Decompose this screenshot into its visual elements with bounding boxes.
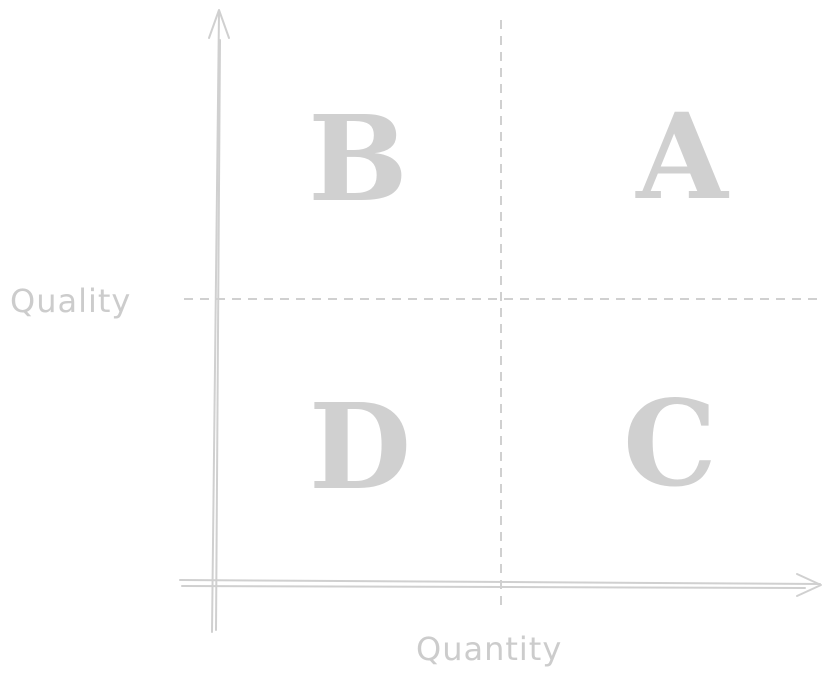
quadrant-bottom-right-label: C (623, 374, 717, 513)
quadrant-bottom-left-label: D (309, 377, 411, 516)
quadrant-top-right-label: A (635, 87, 729, 226)
x-axis-arrowhead (796, 573, 822, 597)
y-axis (208, 9, 230, 633)
x-axis-line-secondary (181, 585, 806, 589)
quadrant-diagram: B A D C Quality Quantity (10, 9, 822, 668)
y-axis-label: Quality (10, 282, 131, 320)
x-axis-label: Quantity (416, 630, 562, 668)
quadrant-top-left-label: B (308, 89, 408, 228)
